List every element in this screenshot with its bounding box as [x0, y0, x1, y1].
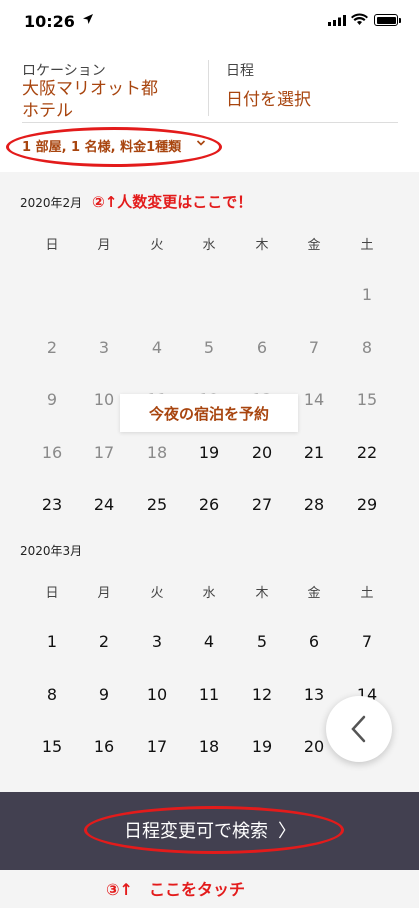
book-tonight-button[interactable]: 今夜の宿泊を予約: [120, 394, 298, 432]
weekday-label: 日: [45, 586, 59, 601]
calendar-day[interactable]: 20: [242, 443, 282, 462]
weekday-label: 日: [45, 238, 59, 253]
calendar-day[interactable]: 4: [189, 632, 229, 651]
calendar-day[interactable]: 5: [242, 632, 282, 651]
calendar-day: 6: [256, 337, 268, 357]
calendar-day[interactable]: 17: [137, 737, 177, 756]
footer: ③↑ ここをタッチ: [0, 870, 419, 908]
wifi-icon: [351, 13, 368, 25]
month-title: 2020年2月: [20, 196, 83, 210]
bottom-bar: 日程変更可で検索 〉: [0, 792, 419, 870]
battery-nub: [399, 18, 401, 23]
chevron-left-icon: [351, 715, 366, 743]
weekday-label: 木: [255, 586, 269, 601]
calendar-day: 14: [303, 390, 325, 409]
calendar-day[interactable]: 24: [84, 495, 124, 514]
calendar-day[interactable]: 25: [137, 495, 177, 514]
calendar-day: 16: [41, 442, 63, 462]
calendar-day[interactable]: 19: [242, 737, 282, 756]
annotation-oval-guests: [6, 127, 222, 167]
calendar-day[interactable]: 26: [189, 495, 229, 514]
weekday-label: 木: [255, 238, 269, 253]
calendar-day: 3: [98, 337, 110, 357]
calendar-day[interactable]: 2: [84, 632, 124, 651]
status-bar: 10:26: [0, 0, 419, 44]
status-time: 10:26: [24, 12, 75, 31]
calendar-day: 2: [46, 337, 58, 357]
calendar-day[interactable]: 23: [32, 495, 72, 514]
location-value-line2: ホテル: [22, 101, 73, 121]
calendar-day[interactable]: 1: [32, 632, 72, 651]
calendar-day[interactable]: 29: [347, 495, 387, 514]
back-button[interactable]: [326, 696, 392, 762]
location-label: ロケーション: [22, 63, 106, 79]
calendar-day[interactable]: 18: [189, 737, 229, 756]
annotation-note-guests: ②↑人数変更はここで！: [92, 193, 253, 211]
annotation-note-search: ③↑ ここをタッチ: [106, 880, 245, 899]
weekday-label: 月: [97, 238, 111, 253]
calendar-day[interactable]: 19: [189, 443, 229, 462]
weekday-label: 金: [307, 238, 321, 253]
calendar-day[interactable]: 16: [84, 737, 124, 756]
annotation-oval-search: [84, 806, 344, 854]
calendar-day[interactable]: 10: [137, 685, 177, 704]
calendar-day: 8: [361, 337, 373, 357]
header-rule: [22, 122, 398, 123]
header-divider: [208, 60, 209, 116]
calendar-day[interactable]: 21: [294, 443, 334, 462]
calendar-day[interactable]: 27: [242, 495, 282, 514]
weekday-label: 金: [307, 586, 321, 601]
calendar-day: 9: [46, 390, 58, 409]
location-arrow-icon: [83, 14, 93, 24]
battery-icon: [374, 14, 398, 26]
signal-icon: [328, 15, 346, 26]
calendar-day[interactable]: 28: [294, 495, 334, 514]
calendar-day: 17: [93, 442, 115, 462]
calendar-day[interactable]: 8: [32, 685, 72, 704]
calendar-day: 18: [146, 442, 168, 462]
calendar-day: 10: [93, 390, 115, 409]
month-title: 2020年3月: [20, 544, 83, 558]
calendar-day: 15: [356, 390, 378, 409]
weekday-label: 火: [150, 238, 164, 253]
dates-value[interactable]: 日付を選択: [226, 89, 311, 111]
calendar-day[interactable]: 15: [32, 737, 72, 756]
calendar-day[interactable]: 6: [294, 632, 334, 651]
calendar-day[interactable]: 9: [84, 685, 124, 704]
weekday-label: 月: [97, 586, 111, 601]
weekday-label: 火: [150, 586, 164, 601]
dates-label: 日程: [226, 63, 254, 79]
calendar-day: 4: [151, 337, 163, 357]
calendar-day[interactable]: 3: [137, 632, 177, 651]
weekday-label: 水: [202, 238, 216, 253]
weekday-label: 土: [360, 586, 374, 601]
location-value-line1: 大阪マリオット都: [22, 79, 158, 99]
calendar-day[interactable]: 12: [242, 685, 282, 704]
calendar-day[interactable]: 11: [189, 685, 229, 704]
calendar-day: 7: [308, 337, 320, 357]
calendar-day[interactable]: 13: [294, 685, 334, 704]
calendar-day: 5: [203, 337, 215, 357]
weekday-label: 土: [360, 238, 374, 253]
location-value[interactable]: 大阪マリオット都 ホテル: [22, 78, 158, 122]
calendar-day: 1: [361, 285, 373, 304]
calendar-day[interactable]: 7: [347, 632, 387, 651]
weekday-label: 水: [202, 586, 216, 601]
calendar-day[interactable]: 22: [347, 443, 387, 462]
